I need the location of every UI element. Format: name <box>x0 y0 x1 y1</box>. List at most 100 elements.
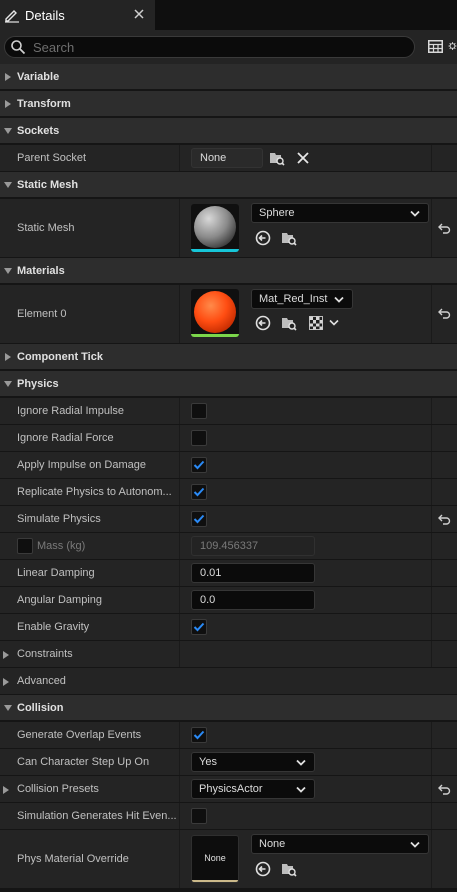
row-element-0: Element 0 Mat_Red_Inst <box>0 285 457 343</box>
row-parent-socket: Parent Socket None <box>0 145 457 171</box>
generate-overlap-checkbox[interactable] <box>191 727 207 743</box>
sim-hit-events-checkbox[interactable] <box>191 808 207 824</box>
checkmark-icon <box>193 460 205 470</box>
mesh-thumbnail[interactable] <box>191 204 239 252</box>
checkmark-icon <box>193 514 205 524</box>
row-phys-material-override: Phys Material Override None None <box>0 830 457 888</box>
enable-gravity-checkbox[interactable] <box>191 619 207 635</box>
use-selected-icon[interactable] <box>255 861 271 877</box>
use-selected-icon[interactable] <box>255 315 271 331</box>
row-ignore-radial-force: Ignore Radial Force <box>0 425 457 451</box>
search-row: Search <box>0 30 457 64</box>
checkmark-icon <box>193 622 205 632</box>
category-sockets[interactable]: Sockets <box>0 118 457 144</box>
simulate-physics-checkbox[interactable] <box>191 511 207 527</box>
reset-to-default-icon[interactable] <box>437 783 451 795</box>
apply-impulse-checkbox[interactable] <box>191 457 207 473</box>
texture-checker-icon[interactable] <box>308 315 324 331</box>
thumbnail-label: None <box>204 853 226 863</box>
expand-arrow-icon <box>3 650 9 662</box>
category-label: Static Mesh <box>17 178 79 191</box>
property-label: Parent Socket <box>17 152 87 164</box>
property-label: Ignore Radial Force <box>17 432 114 444</box>
linear-damping-field[interactable]: 0.01 <box>191 563 315 583</box>
browse-socket-icon[interactable] <box>269 150 285 166</box>
property-label: Angular Damping <box>17 594 102 606</box>
property-label: Simulation Generates Hit Even... <box>17 810 177 822</box>
browse-asset-icon[interactable] <box>281 861 297 877</box>
category-collision[interactable]: Collision <box>0 695 457 721</box>
parent-socket-field[interactable]: None <box>191 148 263 168</box>
step-up-on-dropdown[interactable]: Yes <box>191 752 315 772</box>
collision-presets-dropdown[interactable]: PhysicsActor <box>191 779 315 799</box>
mass-field: 109.456337 <box>191 536 315 556</box>
reset-to-default-icon[interactable] <box>437 513 451 525</box>
static-mesh-dropdown[interactable]: Sphere <box>251 203 429 223</box>
property-label: Enable Gravity <box>17 621 90 633</box>
property-label: Simulate Physics <box>17 513 101 525</box>
row-linear-damping: Linear Damping 0.01 <box>0 560 457 586</box>
row-simulate-physics: Simulate Physics <box>0 506 457 532</box>
use-selected-icon[interactable] <box>255 230 271 246</box>
pencil-icon <box>3 6 21 24</box>
details-content: Variable Transform Sockets Parent Socket… <box>0 64 457 889</box>
phys-material-thumbnail[interactable]: None <box>191 835 239 883</box>
phys-material-dropdown[interactable]: None <box>251 834 429 854</box>
category-label: Component Tick <box>17 350 103 363</box>
row-mass: Mass (kg) 109.456337 <box>0 533 457 559</box>
reset-to-default-icon[interactable] <box>437 222 451 234</box>
material-value: Mat_Red_Inst <box>259 293 328 305</box>
collapse-arrow-icon <box>3 379 13 389</box>
search-input[interactable]: Search <box>4 36 415 58</box>
mass-override-checkbox[interactable] <box>17 538 33 554</box>
chevron-down-icon <box>410 209 420 217</box>
tab-bar: Details <box>0 0 457 30</box>
replicate-physics-checkbox[interactable] <box>191 484 207 500</box>
expand-arrow-icon[interactable] <box>3 785 9 797</box>
row-apply-impulse-on-damage: Apply Impulse on Damage <box>0 452 457 478</box>
reset-to-default-icon[interactable] <box>437 307 451 319</box>
row-static-mesh: Static Mesh Sphere <box>0 199 457 257</box>
property-label: Replicate Physics to Autonom... <box>17 486 172 498</box>
category-component-tick[interactable]: Component Tick <box>0 344 457 370</box>
chevron-down-icon <box>296 785 306 793</box>
row-angular-damping: Angular Damping 0.0 <box>0 587 457 613</box>
category-transform[interactable]: Transform <box>0 91 457 117</box>
material-thumbnail[interactable] <box>191 289 239 337</box>
tab-title: Details <box>25 7 65 23</box>
collapse-arrow-icon <box>3 180 13 190</box>
property-label: Can Character Step Up On <box>17 756 150 768</box>
category-label: Transform <box>17 97 71 110</box>
close-icon[interactable] <box>133 8 145 20</box>
browse-asset-icon[interactable] <box>281 315 297 331</box>
settings-gear-icon[interactable] <box>448 38 457 54</box>
row-collision-presets: Collision Presets PhysicsActor <box>0 776 457 802</box>
collapse-arrow-icon <box>3 266 13 276</box>
ignore-radial-force-checkbox[interactable] <box>191 430 207 446</box>
property-label: Phys Material Override <box>17 853 129 865</box>
chevron-down-icon[interactable] <box>326 315 342 331</box>
category-static-mesh[interactable]: Static Mesh <box>0 172 457 198</box>
chevron-down-icon <box>296 758 306 766</box>
expand-arrow-icon <box>3 99 13 109</box>
row-constraints[interactable]: Constraints <box>0 641 457 667</box>
static-mesh-value: Sphere <box>259 207 295 219</box>
browse-asset-icon[interactable] <box>281 230 297 246</box>
details-tab[interactable]: Details <box>0 0 155 30</box>
clear-icon[interactable] <box>295 150 311 166</box>
ignore-radial-impulse-checkbox[interactable] <box>191 403 207 419</box>
subcategory-label: Constraints <box>17 648 73 660</box>
category-variable[interactable]: Variable <box>0 64 457 90</box>
category-label: Variable <box>17 70 60 83</box>
expand-arrow-icon <box>3 352 13 362</box>
category-label: Materials <box>17 264 65 277</box>
table-view-icon[interactable] <box>427 38 443 54</box>
angular-damping-field[interactable]: 0.0 <box>191 590 315 610</box>
phys-material-value: None <box>259 838 286 850</box>
category-materials[interactable]: Materials <box>0 258 457 284</box>
category-physics[interactable]: Physics <box>0 371 457 397</box>
property-label: Mass (kg) <box>37 540 86 552</box>
collision-presets-value: PhysicsActor <box>199 783 263 795</box>
row-advanced[interactable]: Advanced <box>0 668 457 694</box>
material-dropdown[interactable]: Mat_Red_Inst <box>251 289 353 309</box>
